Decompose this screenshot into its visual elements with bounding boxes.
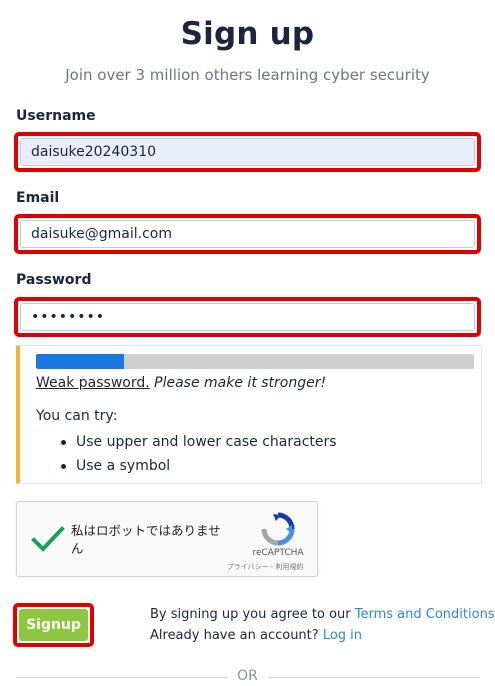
terms-text: By signing up you agree to our Terms and…: [150, 604, 495, 646]
username-field-highlight: [14, 132, 481, 172]
page-subtitle: Join over 3 million others learning cybe…: [65, 66, 430, 84]
divider-line-right: [268, 677, 480, 678]
account-prefix: Already have an account?: [150, 628, 319, 643]
checkmark-icon[interactable]: [31, 524, 65, 554]
login-link[interactable]: Log in: [323, 628, 362, 643]
password-tips-list: Use upper and lower case characters Use …: [60, 430, 337, 478]
email-label: Email: [16, 190, 60, 206]
password-tip: Use upper and lower case characters: [60, 430, 337, 454]
password-tip: Use a symbol: [60, 454, 337, 478]
signup-button[interactable]: Signup: [19, 609, 88, 641]
username-input[interactable]: [20, 138, 475, 166]
password-strength-meter: [36, 354, 474, 369]
password-strength-hint: Please make it stronger!: [154, 375, 327, 391]
page-title: Sign up: [180, 16, 315, 52]
password-field-highlight: [14, 297, 481, 337]
password-input[interactable]: [20, 303, 475, 331]
recaptcha-logo-icon: [261, 512, 295, 546]
email-input[interactable]: [20, 220, 475, 248]
password-strength-panel: Weak password. Please make it stronger! …: [16, 345, 482, 484]
password-strength-meter-fill: [36, 354, 124, 369]
signup-button-highlight: Signup: [13, 603, 94, 647]
password-label: Password: [16, 272, 92, 288]
weak-password-link[interactable]: Weak password.: [36, 375, 150, 391]
email-field-highlight: [14, 214, 481, 254]
recaptcha-widget: 私はロボットではありません reCAPTCHA プライバシー - 利用規約: [16, 501, 318, 577]
terms-link[interactable]: Terms and Conditions: [355, 607, 495, 622]
username-label: Username: [16, 108, 96, 124]
recaptcha-links[interactable]: プライバシー - 利用規約: [215, 562, 315, 572]
recaptcha-brand: reCAPTCHA: [252, 548, 304, 558]
recaptcha-label: 私はロボットではありません: [71, 523, 221, 556]
or-divider-text: OR: [237, 668, 258, 684]
password-tips-heading: You can try:: [36, 408, 118, 424]
terms-prefix: By signing up you agree to our: [150, 607, 351, 622]
password-strength-message: Weak password. Please make it stronger!: [36, 375, 326, 391]
